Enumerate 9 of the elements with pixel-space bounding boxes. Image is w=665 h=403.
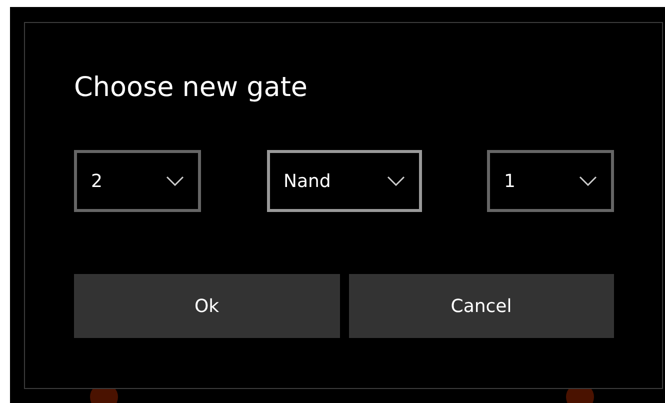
gate-dropdown[interactable]: Nand	[266, 150, 422, 212]
gate-dropdown[interactable]: 2	[74, 150, 201, 212]
chevron-down-icon	[166, 176, 184, 186]
gate-dropdown[interactable]: 1	[487, 150, 614, 212]
dialog-button[interactable]: Cancel	[348, 274, 614, 338]
dialog-title: Choose new gate	[74, 72, 309, 104]
chevron-down-icon	[579, 176, 597, 186]
dialog-button[interactable]: Ok	[74, 274, 340, 338]
chevron-down-icon	[386, 176, 404, 186]
